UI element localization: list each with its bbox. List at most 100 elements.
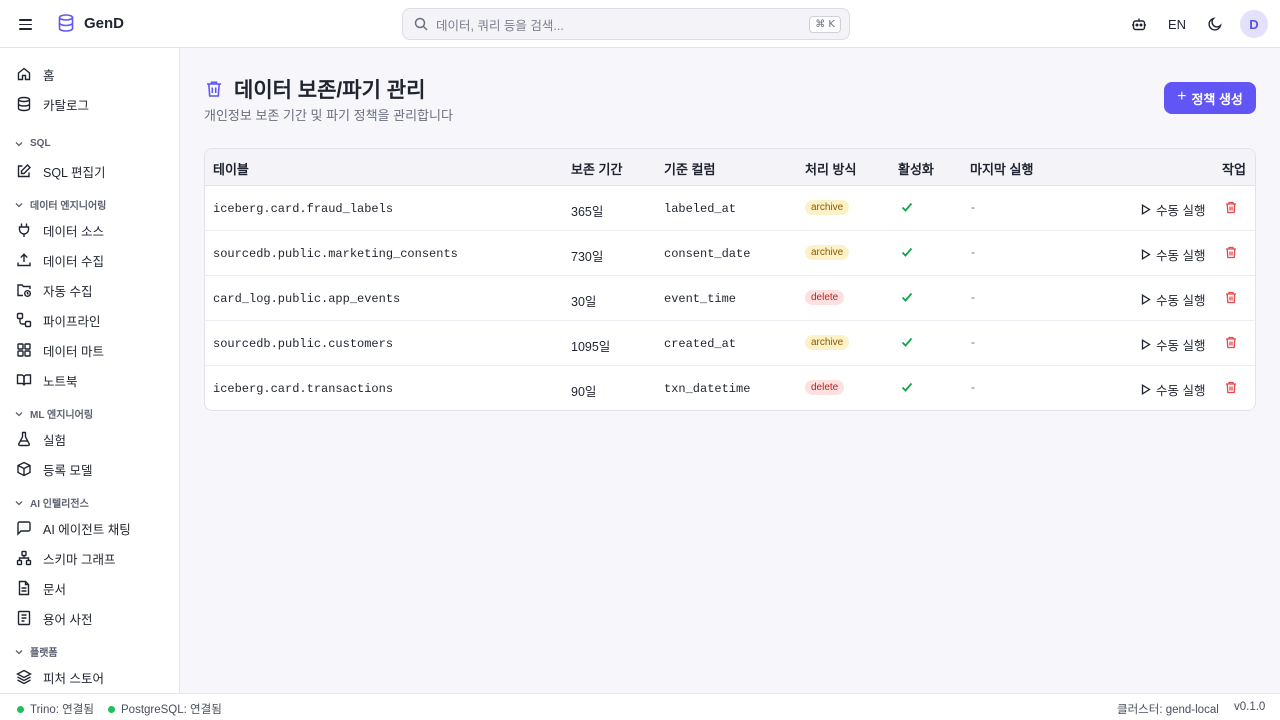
create-policy-button[interactable]: + 정책 생성 bbox=[1164, 82, 1256, 114]
sidebar-item-label: 스키마 그래프 bbox=[43, 552, 116, 567]
table-name: card_log.public.app_events bbox=[213, 292, 401, 306]
main-content: 데이터 보존/파기 관리 개인정보 보존 기간 및 파기 정책을 관리합니다 +… bbox=[180, 48, 1280, 693]
manual-run-button[interactable]: 수동 실행 bbox=[1141, 245, 1205, 264]
top-bar: GenD 데이터, 쿼리 등을 검색... ⌘ K EN D bbox=[0, 0, 1280, 48]
create-policy-label: 정책 생성 bbox=[1191, 91, 1243, 107]
column-header-retention[interactable]: 보존 기간 bbox=[571, 159, 622, 178]
table-row: sourcedb.public.marketing_consents 730일 co… bbox=[205, 231, 1255, 276]
section-ai-intelligence[interactable]: AI 인텔리전스 bbox=[14, 495, 89, 510]
manual-run-button[interactable]: 수동 실행 bbox=[1141, 290, 1205, 309]
delete-policy-button[interactable] bbox=[1225, 381, 1237, 397]
manual-run-button[interactable]: 수동 실행 bbox=[1141, 200, 1205, 219]
sidebar-item-label: 파이프라인 bbox=[43, 314, 101, 329]
manual-run-label: 수동 실행 bbox=[1156, 204, 1206, 218]
section-data-engineering[interactable]: 데이터 엔지니어링 bbox=[14, 197, 106, 212]
sidebar-item-feature-store[interactable]: 피처 스토어 bbox=[16, 666, 166, 688]
trash-icon bbox=[1226, 336, 1236, 349]
sidebar-item-sql-editor[interactable]: SQL 편집기 bbox=[16, 160, 166, 182]
box-icon bbox=[17, 461, 31, 477]
sidebar-item-label: SQL 편집기 bbox=[43, 165, 106, 180]
sidebar-item-pipelines[interactable]: 파이프라인 bbox=[16, 309, 166, 331]
method-badge: archive bbox=[805, 245, 850, 260]
sidebar-item-label: 문서 bbox=[43, 582, 67, 597]
sidebar-item-auto-ingestion[interactable]: 자동 수집 bbox=[16, 279, 166, 301]
search-shortcut: ⌘ K bbox=[809, 15, 841, 33]
sidebar: 홈 카탈로그 SQL SQL 편집기 데이터 엔지니어링 데이터 소스 데이터 … bbox=[0, 48, 180, 693]
section-sql[interactable]: SQL bbox=[14, 138, 51, 149]
delete-policy-button[interactable] bbox=[1225, 201, 1237, 217]
app-name: GenD bbox=[84, 14, 125, 32]
basis-column: created_at bbox=[664, 337, 737, 351]
status-dot bbox=[108, 705, 115, 713]
sidebar-item-label: 카탈로그 bbox=[43, 98, 90, 113]
sidebar-item-notebooks[interactable]: 노트북 bbox=[16, 369, 166, 391]
column-header-table[interactable]: 테이블 bbox=[213, 159, 249, 178]
app-logo[interactable]: GenD bbox=[56, 13, 124, 33]
chevron-down-icon bbox=[15, 649, 23, 654]
section-ml-engineering[interactable]: ML 엔지니어링 bbox=[14, 406, 93, 421]
basis-column: labeled_at bbox=[664, 202, 737, 216]
play-icon bbox=[1141, 249, 1151, 260]
postgres-status-label: PostgreSQL: 연결됨 bbox=[121, 704, 222, 716]
retention-period: 30일 bbox=[571, 295, 597, 309]
sidebar-item-catalog[interactable]: 카탈로그 bbox=[16, 93, 166, 115]
delete-policy-button[interactable] bbox=[1225, 246, 1237, 262]
chevron-down-icon bbox=[15, 411, 23, 416]
table-row: iceberg.card.transactions 90일 txn_datetime… bbox=[205, 366, 1255, 410]
sidebar-item-home[interactable]: 홈 bbox=[16, 63, 166, 85]
trash-icon bbox=[1226, 246, 1236, 259]
manual-run-button[interactable]: 수동 실행 bbox=[1141, 335, 1205, 354]
basis-column: consent_date bbox=[664, 247, 751, 261]
sidebar-item-data-sources[interactable]: 데이터 소스 bbox=[16, 219, 166, 241]
version-label: v0.1.0 bbox=[1234, 701, 1266, 713]
table-name: iceberg.card.transactions bbox=[213, 382, 394, 396]
bot-icon[interactable] bbox=[1128, 13, 1150, 35]
database-logo-icon bbox=[58, 14, 74, 32]
method-badge: delete bbox=[805, 380, 845, 395]
check-icon bbox=[901, 337, 913, 347]
delete-policy-button[interactable] bbox=[1225, 336, 1237, 352]
sidebar-item-documents[interactable]: 문서 bbox=[16, 577, 166, 599]
last-run-value: - bbox=[971, 380, 975, 394]
workflow-icon bbox=[16, 312, 32, 328]
page-title: 데이터 보존/파기 관리 bbox=[234, 79, 426, 102]
basis-column: event_time bbox=[664, 292, 737, 306]
database-icon bbox=[17, 96, 31, 112]
sidebar-item-glossary[interactable]: 용어 사전 bbox=[16, 607, 166, 629]
message-square-icon bbox=[17, 521, 31, 536]
search-icon bbox=[414, 17, 428, 31]
check-icon bbox=[901, 292, 913, 302]
delete-policy-button[interactable] bbox=[1225, 291, 1237, 307]
table-name: sourcedb.public.marketing_consents bbox=[213, 247, 458, 261]
sidebar-item-schema-graph[interactable]: 스키마 그래프 bbox=[16, 547, 166, 569]
search-input[interactable]: 데이터, 쿼리 등을 검색... ⌘ K bbox=[402, 8, 850, 40]
last-run-value: - bbox=[971, 245, 975, 259]
avatar[interactable]: D bbox=[1240, 10, 1268, 38]
status-bar: Trino: 연결됨 PostgreSQL: 연결됨 클러스터: gend-lo… bbox=[0, 693, 1280, 720]
section-platform[interactable]: 플랫폼 bbox=[14, 644, 58, 659]
sidebar-item-label: 실험 bbox=[43, 433, 67, 448]
column-header-active[interactable]: 활성화 bbox=[898, 159, 934, 178]
section-label: SQL bbox=[30, 138, 51, 149]
table-row: sourcedb.public.customers 1095일 created_at… bbox=[205, 321, 1255, 366]
retention-period: 365일 bbox=[571, 205, 604, 219]
sidebar-item-data-mart[interactable]: 데이터 마트 bbox=[16, 339, 166, 361]
manual-run-button[interactable]: 수동 실행 bbox=[1141, 380, 1205, 399]
sidebar-item-registered-models[interactable]: 등록 모델 bbox=[16, 458, 166, 480]
last-run-value: - bbox=[971, 200, 975, 214]
sidebar-item-experiments[interactable]: 실험 bbox=[16, 428, 166, 450]
column-header-basis-column[interactable]: 기준 컬럼 bbox=[664, 159, 715, 178]
sidebar-item-data-ingestion[interactable]: 데이터 수집 bbox=[16, 249, 166, 271]
column-header-method[interactable]: 처리 방식 bbox=[805, 159, 856, 178]
moon-icon[interactable] bbox=[1204, 13, 1226, 35]
column-header-last-run[interactable]: 마지막 실행 bbox=[970, 159, 1033, 178]
status-dot bbox=[17, 705, 24, 713]
table-header: 테이블 보존 기간 기준 컬럼 처리 방식 활성화 마지막 실행 작업 bbox=[205, 149, 1255, 186]
menu-icon[interactable] bbox=[19, 16, 37, 32]
layers-icon bbox=[16, 669, 32, 685]
sidebar-item-label: AI 에이전트 채팅 bbox=[43, 522, 131, 537]
sidebar-item-label: 등록 모델 bbox=[43, 463, 93, 478]
table-name: sourcedb.public.customers bbox=[213, 337, 394, 351]
sidebar-item-ai-agent-chat[interactable]: AI 에이전트 채팅 bbox=[16, 517, 166, 539]
language-toggle[interactable]: EN bbox=[1164, 17, 1190, 32]
